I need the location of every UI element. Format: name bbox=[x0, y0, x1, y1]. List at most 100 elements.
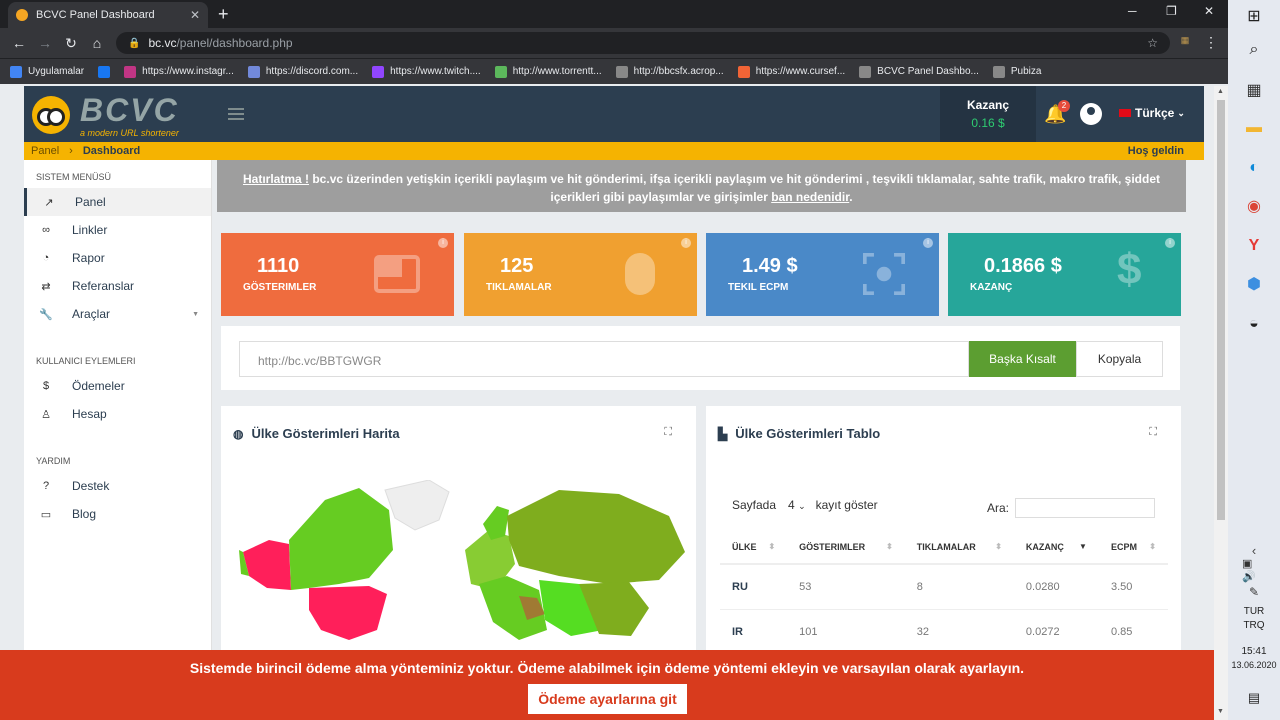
page-scrollbar[interactable]: ▲ ▼ bbox=[1214, 86, 1228, 720]
bcvc-logo[interactable]: BCVC a modern URL shortener bbox=[28, 88, 188, 140]
notification-center-icon[interactable]: ▤ bbox=[1242, 686, 1266, 710]
stat-value: 1.49 $ bbox=[742, 255, 798, 277]
lang-indicator-2[interactable]: TRQ bbox=[1228, 620, 1280, 631]
bookmark-item[interactable]: https://www.instagr... bbox=[124, 65, 234, 78]
swap-icon: ⇄ bbox=[41, 280, 51, 293]
sidebar-item-destek[interactable]: ? Destek bbox=[24, 472, 211, 500]
extension-icon[interactable]: ▦ bbox=[1172, 35, 1198, 46]
trend-icon: ↗ bbox=[44, 196, 54, 209]
sidebar-item-rapor[interactable]: ◔ Rapor bbox=[24, 244, 211, 272]
col-header[interactable]: GÖSTERIMLER ⬍ bbox=[787, 530, 905, 565]
bookmark-item[interactable]: BCVC Panel Dashbo... bbox=[859, 65, 979, 78]
yandex-icon[interactable]: Y bbox=[1242, 234, 1266, 258]
sidebar-item-panel[interactable]: ↗ Panel bbox=[24, 188, 211, 216]
reload-icon[interactable]: ↻ bbox=[58, 35, 84, 52]
col-header[interactable]: TIKLAMALAR ⬍ bbox=[904, 530, 1014, 565]
hamburger-menu-icon[interactable] bbox=[228, 108, 244, 120]
search-label: Ara: bbox=[987, 501, 1010, 515]
sidebar-item-ödemeler[interactable]: $ Ödemeler bbox=[24, 372, 211, 400]
bookmark-item[interactable]: Uygulamalar bbox=[10, 65, 85, 78]
sidebar-item-araçlar[interactable]: 🔧 Araçlar ▼ bbox=[24, 300, 211, 328]
shorten-another-button[interactable]: Başka Kısalt bbox=[969, 341, 1076, 377]
close-tab-icon[interactable]: ✕ bbox=[190, 8, 200, 22]
bookmark-favicon-icon bbox=[859, 65, 872, 78]
breadcrumb-root[interactable]: Panel bbox=[31, 145, 59, 157]
new-tab-icon[interactable]: + bbox=[218, 4, 229, 25]
bookmark-label: Uygulamalar bbox=[28, 66, 85, 77]
chrome-icon[interactable]: ◉ bbox=[1242, 194, 1266, 218]
windows-start-icon[interactable]: ⊞ bbox=[1242, 4, 1266, 28]
owl-logo-icon bbox=[32, 96, 70, 134]
col-header[interactable]: KAZANÇ ▼ bbox=[1013, 530, 1099, 565]
notice-link[interactable]: ban nedenidir bbox=[771, 190, 849, 204]
info-icon[interactable]: i bbox=[1165, 238, 1175, 248]
sidebar-item-label: Rapor bbox=[72, 251, 105, 265]
per-page-select[interactable]: 4 ⌄ bbox=[784, 498, 810, 512]
sidebar-item-label: Destek bbox=[72, 479, 110, 493]
bookmark-item[interactable]: https://www.twitch.... bbox=[372, 65, 481, 78]
file-explorer-icon[interactable]: ▬ bbox=[1242, 116, 1266, 140]
sidebar-item-hesap[interactable]: ♙ Hesap bbox=[24, 400, 211, 428]
search-icon[interactable]: ⌕ bbox=[1242, 38, 1266, 62]
payment-settings-button[interactable]: Ödeme ayarlarına git bbox=[528, 684, 687, 714]
world-map[interactable] bbox=[239, 480, 685, 650]
info-icon[interactable]: i bbox=[681, 238, 691, 248]
expand-icon[interactable]: ⛶ bbox=[1149, 426, 1157, 439]
bookmark-item[interactable] bbox=[98, 65, 116, 78]
cell-impressions: 101 bbox=[787, 609, 905, 650]
clock-time[interactable]: 15:41 bbox=[1228, 646, 1280, 657]
notice-text: bc.vc üzerinden yetişkin içerikli paylaş… bbox=[309, 172, 1161, 204]
scrollbar-thumb[interactable] bbox=[1217, 100, 1225, 520]
language-label: Türkçe bbox=[1135, 106, 1175, 120]
minimize-icon[interactable]: ─ bbox=[1128, 4, 1137, 18]
table-header-row: ÜLKE ⬍ GÖSTERIMLER ⬍ TIKLAMALAR ⬍ KAZANÇ ▼ E… bbox=[720, 530, 1168, 565]
browser-tab[interactable]: BCVC Panel Dashboard ✕ bbox=[8, 2, 208, 28]
volume-icon[interactable]: ▣ 🔊 bbox=[1242, 558, 1266, 583]
user-avatar-icon[interactable] bbox=[1080, 103, 1102, 125]
search-input[interactable] bbox=[1015, 498, 1156, 518]
sort-icon: ⬍ bbox=[1149, 541, 1156, 551]
notification-badge: 2 bbox=[1058, 100, 1070, 112]
pen-icon[interactable]: ✎ bbox=[1242, 580, 1266, 604]
copy-button[interactable]: Kopyala bbox=[1076, 341, 1163, 377]
clock-date[interactable]: 13.06.2020 bbox=[1228, 660, 1280, 670]
sidebar-item-blog[interactable]: ▭ Blog bbox=[24, 500, 211, 528]
menu-icon[interactable]: ⋮ bbox=[1198, 34, 1224, 51]
close-window-icon[interactable]: ✕ bbox=[1204, 4, 1214, 18]
bookmark-item[interactable]: http://bbcsfx.acrop... bbox=[615, 65, 724, 78]
bookmark-favicon-icon bbox=[98, 65, 111, 78]
info-icon[interactable]: i bbox=[438, 238, 448, 248]
home-icon[interactable]: ⌂ bbox=[84, 35, 110, 51]
table-row: RU 53 8 0.0280 3.50 bbox=[720, 564, 1168, 610]
lang-indicator-1[interactable]: TUR bbox=[1228, 606, 1280, 617]
info-icon[interactable]: i bbox=[923, 238, 933, 248]
scroll-down-icon[interactable]: ▼ bbox=[1217, 708, 1224, 715]
url-field[interactable]: 🔒 bc.vc /panel/dashboard.php ☆ bbox=[116, 32, 1170, 54]
shield-app-icon[interactable]: ⬢ bbox=[1242, 272, 1266, 296]
bookmark-item[interactable]: https://www.cursef... bbox=[737, 65, 845, 78]
edge-icon[interactable]: ◐ bbox=[1242, 156, 1266, 180]
back-icon[interactable]: ← bbox=[6, 35, 32, 51]
obs-icon[interactable]: ◒ bbox=[1242, 312, 1266, 336]
short-url-field[interactable]: http://bc.vc/BBTGWGR bbox=[239, 341, 969, 377]
bookmark-star-icon[interactable]: ☆ bbox=[1147, 36, 1158, 50]
bookmark-item[interactable]: Pubiza bbox=[992, 65, 1041, 78]
scroll-up-icon[interactable]: ▲ bbox=[1217, 88, 1224, 95]
maximize-icon[interactable]: ❐ bbox=[1166, 4, 1177, 18]
notice-lead: Hatırlatma ! bbox=[242, 172, 310, 186]
calculator-icon[interactable]: ▦ bbox=[1242, 78, 1266, 102]
table-panel-title: Ülke Gösterimleri Tablo bbox=[735, 426, 881, 441]
expand-icon[interactable]: ⛶ bbox=[664, 426, 672, 439]
sidebar-item-referanslar[interactable]: ⇄ Referanslar bbox=[24, 272, 211, 300]
dollar-icon: $ bbox=[1117, 245, 1142, 294]
bookmark-item[interactable]: https://discord.com... bbox=[247, 65, 358, 78]
map-usa bbox=[309, 586, 387, 640]
notifications-button[interactable]: 🔔 2 bbox=[1044, 100, 1070, 124]
sidebar-item-linkler[interactable]: ∞ Linkler bbox=[24, 216, 211, 244]
col-header[interactable]: ECPM ⬍ bbox=[1098, 530, 1168, 565]
forward-icon[interactable]: → bbox=[32, 35, 58, 51]
sidebar-section-title: YARDIM bbox=[36, 456, 71, 466]
language-selector[interactable]: Türkçe ⌄ bbox=[1119, 106, 1185, 120]
bookmark-item[interactable]: http://www.torrentt... bbox=[494, 65, 602, 78]
col-header[interactable]: ÜLKE ⬍ bbox=[720, 530, 788, 565]
